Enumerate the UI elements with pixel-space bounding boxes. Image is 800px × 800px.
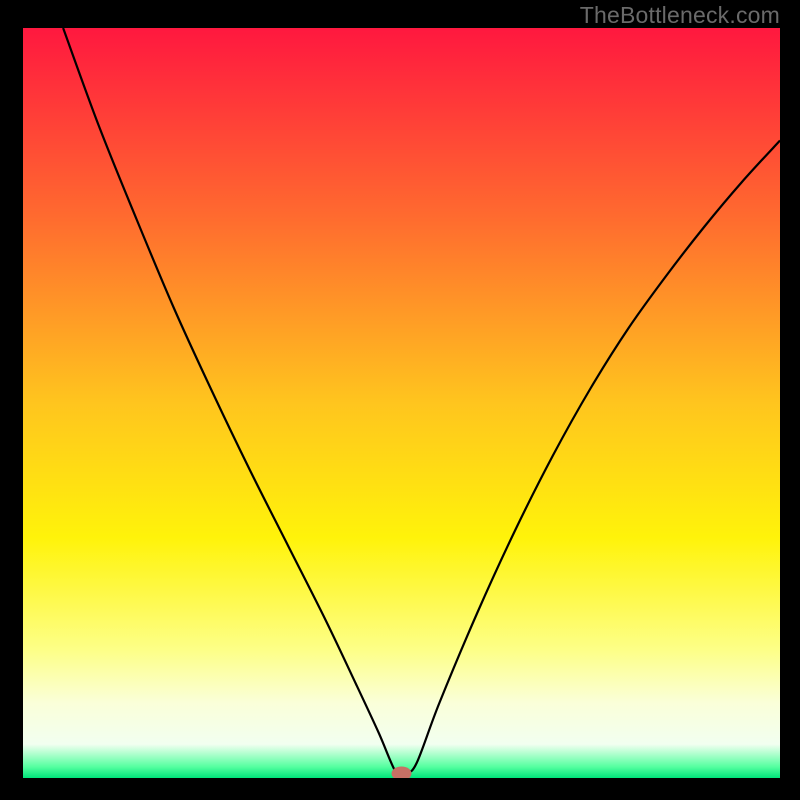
outer-frame: TheBottleneck.com	[0, 0, 800, 800]
bottleneck-chart	[0, 0, 800, 800]
optimal-marker	[392, 767, 412, 781]
watermark-text: TheBottleneck.com	[580, 2, 780, 29]
plot-background	[23, 28, 780, 778]
